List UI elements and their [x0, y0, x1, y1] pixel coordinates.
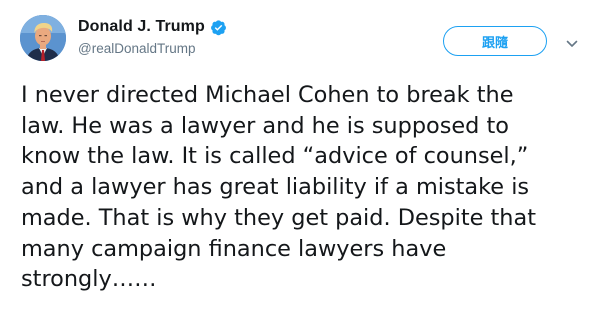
avatar[interactable] [20, 15, 66, 61]
author-block: Donald J. Trump @realDonaldTrump [78, 16, 227, 56]
tweet-card: Donald J. Trump @realDonaldTrump 跟隨 I ne… [0, 0, 593, 315]
user-handle[interactable]: @realDonaldTrump [78, 41, 227, 56]
profile-photo-icon [20, 15, 66, 61]
verified-badge-icon [210, 19, 227, 36]
chevron-down-icon[interactable] [566, 36, 578, 47]
follow-button[interactable]: 跟隨 [443, 26, 547, 56]
tweet-text: I never directed Michael Cohen to break … [21, 82, 536, 293]
display-name[interactable]: Donald J. Trump [78, 18, 205, 36]
name-row: Donald J. Trump [78, 16, 227, 38]
